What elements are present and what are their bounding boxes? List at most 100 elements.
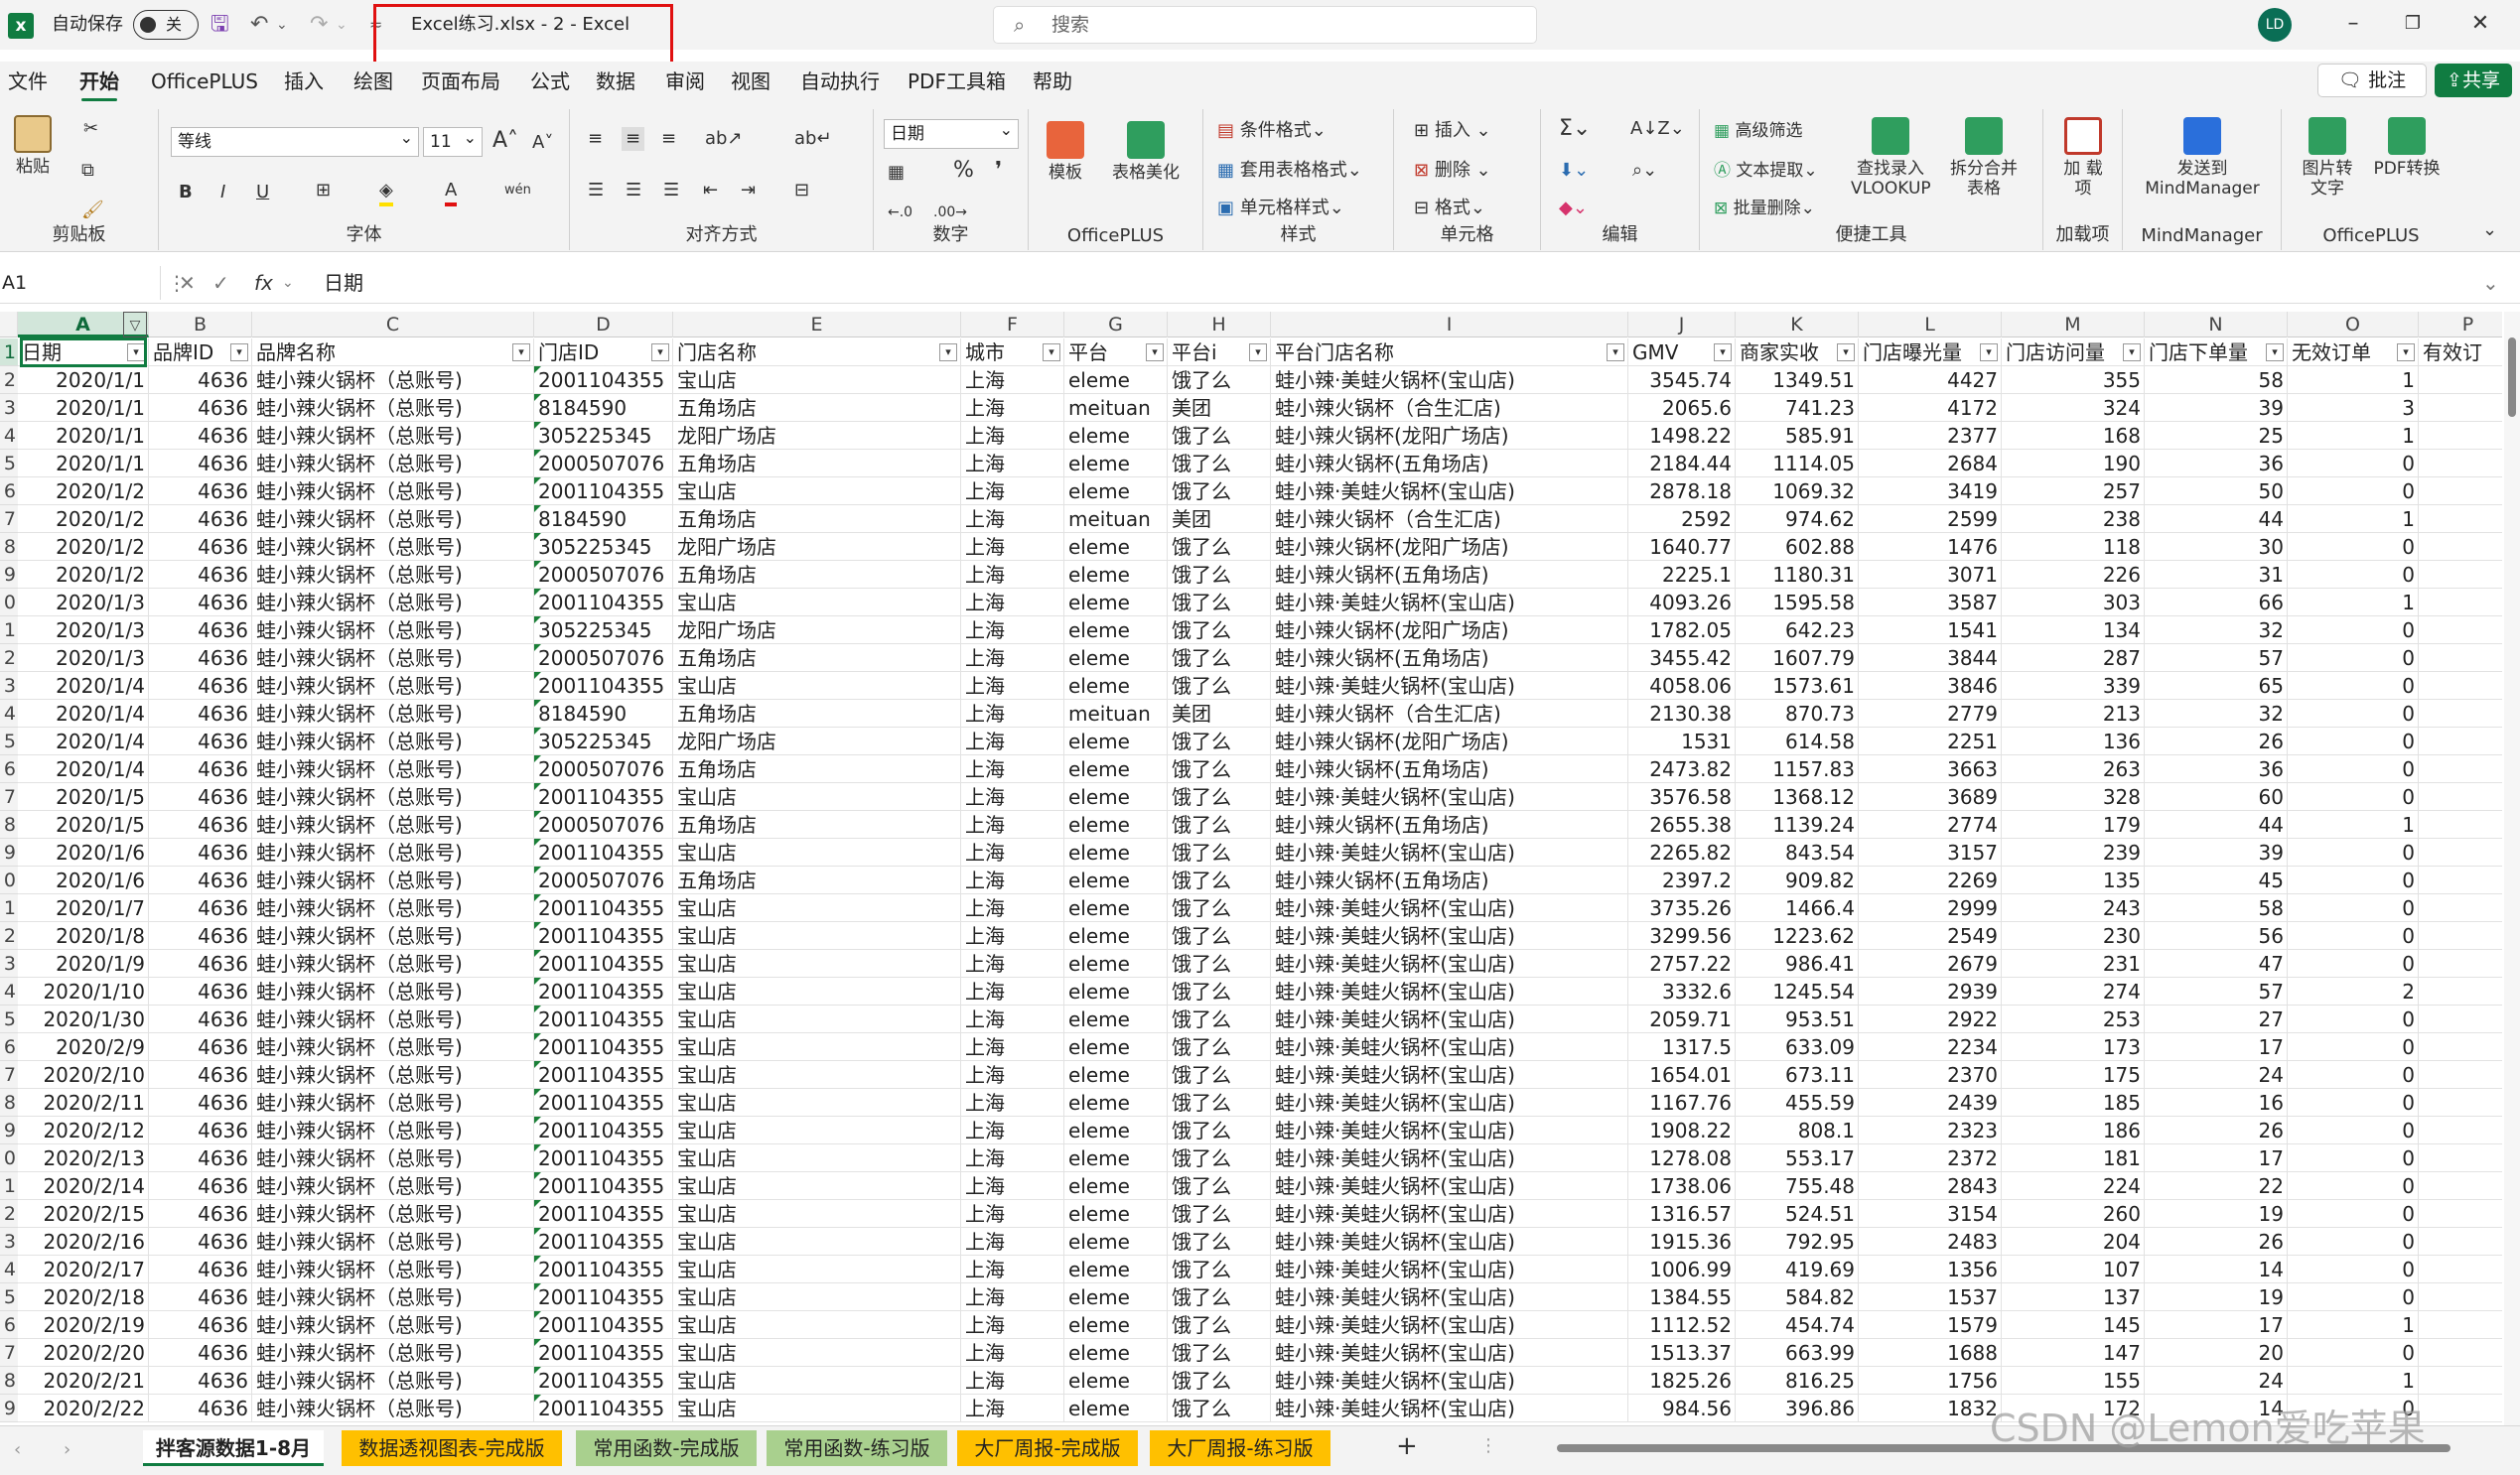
column-header-N[interactable]: N	[2145, 312, 2288, 337]
align-top-icon[interactable]: ≡	[588, 127, 603, 151]
cell[interactable]: 0	[2288, 1172, 2419, 1200]
tab-insert[interactable]: 插入	[284, 67, 324, 95]
cell[interactable]: 2020/1/1	[18, 394, 149, 422]
cell[interactable]: 蛙小辣·美蛙火锅杯(宝山店)	[1271, 839, 1628, 867]
cell[interactable]: 44	[2145, 505, 2288, 533]
cell[interactable]: 2001104355	[534, 1033, 673, 1061]
cell[interactable]: 宝山店	[673, 1283, 961, 1311]
cell[interactable]: 816.25	[1736, 1367, 1859, 1395]
cell[interactable]: 饿了么	[1168, 1172, 1271, 1200]
cell[interactable]: 553.17	[1736, 1144, 1859, 1172]
cell[interactable]: 蛙小辣火锅杯（总账号)	[252, 1367, 534, 1395]
cell[interactable]: 3332.6	[1628, 978, 1736, 1006]
cell[interactable]: 饿了么	[1168, 589, 1271, 616]
cell[interactable]: 260	[2002, 1200, 2145, 1228]
header-cell[interactable]: 品牌名称 ▾	[252, 338, 534, 366]
cell[interactable]: eleme	[1064, 533, 1168, 561]
cell[interactable]: 蛙小辣火锅杯（总账号)	[252, 561, 534, 589]
cell[interactable]: 2020/2/12	[18, 1117, 149, 1144]
cell[interactable]: 上海	[961, 616, 1064, 644]
copy-icon[interactable]: ⧉	[81, 159, 94, 183]
cell[interactable]: 1	[2288, 1367, 2419, 1395]
cell[interactable]: 3	[2288, 394, 2419, 422]
cell[interactable]: 213	[2002, 700, 2145, 728]
cell[interactable]: 4636	[149, 1200, 252, 1228]
cell[interactable]: 蛙小辣火锅杯(龙阳广场店)	[1271, 616, 1628, 644]
vertical-scrollbar[interactable]	[2504, 312, 2520, 1425]
cell[interactable]: 2000507076	[534, 867, 673, 894]
cell[interactable]: 179	[2002, 811, 2145, 839]
cell[interactable]: 1498.22	[1628, 422, 1736, 450]
cell[interactable]: 2599	[1859, 505, 2002, 533]
cell[interactable]: 57	[2145, 644, 2288, 672]
cell[interactable]: 1832	[1859, 1395, 2002, 1422]
cell[interactable]: 蛙小辣·美蛙火锅杯(宝山店)	[1271, 978, 1628, 1006]
cell[interactable]: 五角场店	[673, 644, 961, 672]
send-to-mindmanager-button[interactable]: 发送到 MindManager	[2143, 117, 2262, 199]
next-sheet-icon[interactable]: ›	[64, 1438, 70, 1462]
cell[interactable]: 243	[2002, 894, 2145, 922]
row-header[interactable]: 6	[0, 1311, 18, 1339]
cell[interactable]: 2020/1/4	[18, 700, 149, 728]
cell[interactable]: 1356	[1859, 1256, 2002, 1283]
cell[interactable]: 224	[2002, 1172, 2145, 1200]
cell[interactable]: 上海	[961, 505, 1064, 533]
cell[interactable]: 宝山店	[673, 1367, 961, 1395]
filter-dropdown-icon[interactable]: ▾	[127, 343, 145, 361]
cell[interactable]: 饿了么	[1168, 978, 1271, 1006]
cell[interactable]: 0	[2288, 1117, 2419, 1144]
cell[interactable]: 五角场店	[673, 700, 961, 728]
cell[interactable]: 2000507076	[534, 450, 673, 477]
merge-center-icon[interactable]: ⊟	[794, 179, 809, 202]
cell[interactable]: 宝山店	[673, 672, 961, 700]
cell[interactable]: 305225345	[534, 533, 673, 561]
cell[interactable]: 4636	[149, 1256, 252, 1283]
cell[interactable]: 3154	[1859, 1200, 2002, 1228]
cell[interactable]: 1139.24	[1736, 811, 1859, 839]
comma-style-icon[interactable]: ❜	[995, 159, 1002, 183]
cell[interactable]: 宝山店	[673, 894, 961, 922]
row-header[interactable]: 4	[0, 700, 18, 728]
tab-draw[interactable]: 绘图	[353, 67, 393, 95]
header-cell[interactable]: 平台门店名称 ▾	[1271, 338, 1628, 366]
header-cell[interactable]: 商家实收 ▾	[1736, 338, 1859, 366]
cell[interactable]: 231	[2002, 950, 2145, 978]
cell[interactable]: eleme	[1064, 1061, 1168, 1089]
column-header-G[interactable]: G	[1064, 312, 1168, 337]
cell[interactable]: 2000507076	[534, 561, 673, 589]
avatar[interactable]: LD	[2258, 8, 2292, 42]
cell[interactable]: 1112.52	[1628, 1311, 1736, 1339]
cell[interactable]: 181	[2002, 1144, 2145, 1172]
cell[interactable]: 305225345	[534, 422, 673, 450]
cell[interactable]: 2001104355	[534, 922, 673, 950]
tab-formulas[interactable]: 公式	[530, 67, 570, 95]
cell[interactable]: 上海	[961, 422, 1064, 450]
row-header[interactable]: 5	[0, 450, 18, 477]
header-cell[interactable]: 平台i ▾	[1168, 338, 1271, 366]
cell[interactable]: 3545.74	[1628, 366, 1736, 394]
cell[interactable]: 155	[2002, 1367, 2145, 1395]
cell[interactable]: 1	[2288, 422, 2419, 450]
cell[interactable]: 1738.06	[1628, 1172, 1736, 1200]
cell[interactable]: 上海	[961, 1061, 1064, 1089]
cell[interactable]: 4636	[149, 1006, 252, 1033]
column-header-F[interactable]: F	[961, 312, 1064, 337]
row-header[interactable]: 7	[0, 505, 18, 533]
cell[interactable]: 蛙小辣火锅杯（总账号)	[252, 1311, 534, 1339]
column-header-K[interactable]: K	[1736, 312, 1859, 337]
cell[interactable]: 饿了么	[1168, 839, 1271, 867]
cell[interactable]: 1541	[1859, 616, 2002, 644]
cell[interactable]: 2020/2/13	[18, 1144, 149, 1172]
cell[interactable]: 974.62	[1736, 505, 1859, 533]
column-header-P[interactable]: P	[2419, 312, 2502, 337]
cell[interactable]: 50	[2145, 477, 2288, 505]
cell[interactable]: 宝山店	[673, 839, 961, 867]
cell[interactable]: 2130.38	[1628, 700, 1736, 728]
cell[interactable]: 蛙小辣·美蛙火锅杯(宝山店)	[1271, 894, 1628, 922]
header-cell[interactable]: 门店曝光量 ▾	[1859, 338, 2002, 366]
cell[interactable]: 上海	[961, 561, 1064, 589]
orientation-icon[interactable]: ab↗	[705, 127, 743, 151]
cell[interactable]: 2020/1/6	[18, 867, 149, 894]
cell[interactable]: 31	[2145, 561, 2288, 589]
cell[interactable]: eleme	[1064, 422, 1168, 450]
